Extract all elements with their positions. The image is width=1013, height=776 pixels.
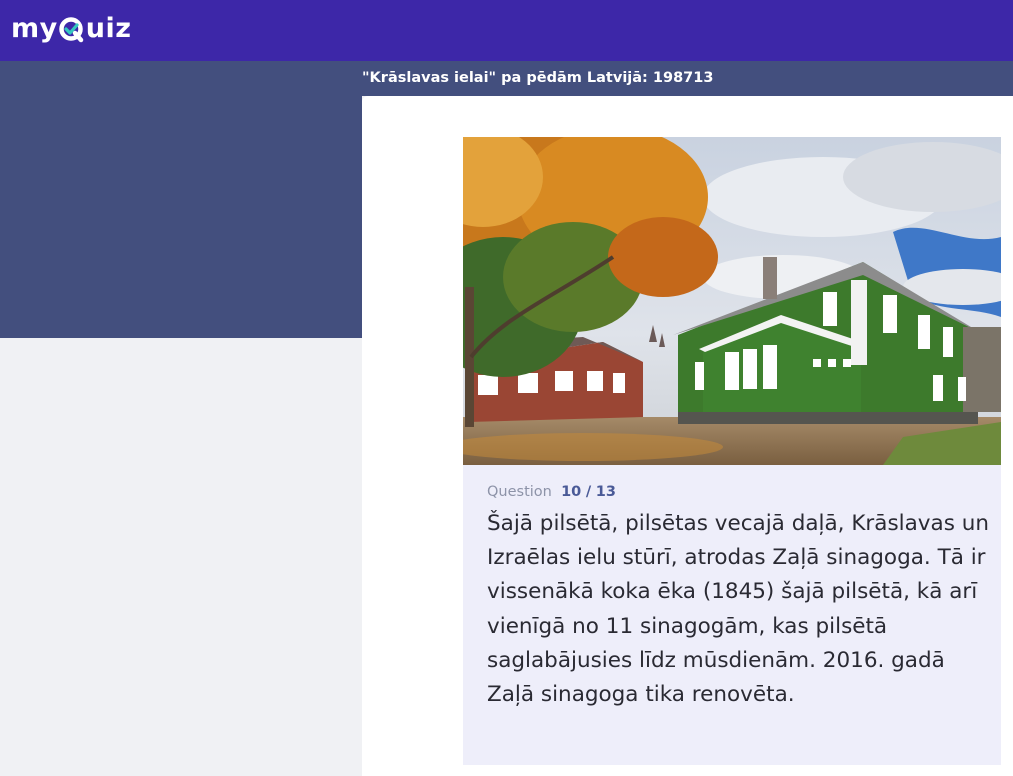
quiz-title: "Krāslavas ielai" pa pēdām Latvijā: 1987… — [362, 70, 714, 86]
question-total-number: 13 — [595, 484, 616, 500]
question-counter-separator: / — [585, 484, 592, 500]
question-counter: Question 10 / 13 — [487, 484, 616, 500]
question-current-number: 10 — [561, 484, 582, 500]
left-sidebar-panel — [0, 96, 362, 338]
myquiz-logo[interactable]: my uiz — [11, 13, 131, 44]
q-checkmark-icon — [58, 16, 85, 42]
question-photo — [463, 137, 1001, 465]
question-counter-label: Question — [487, 484, 552, 500]
logo-text-prefix: my — [11, 13, 58, 44]
question-text: Šajā pilsētā, pilsētas vecajā daļā, Krās… — [487, 511, 989, 708]
logo-text-suffix: uiz — [85, 13, 132, 44]
top-nav-bar — [0, 0, 1013, 61]
